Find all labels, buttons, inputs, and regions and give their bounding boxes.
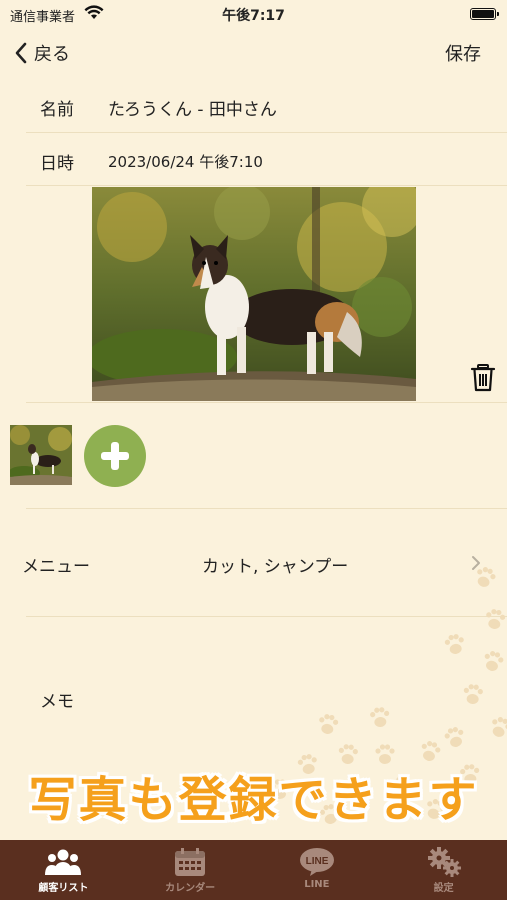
trash-icon[interactable]	[470, 364, 496, 392]
tab-label: カレンダー	[165, 883, 216, 894]
promo-banner: 写真も登録できます	[28, 772, 479, 828]
line-icon: LINE	[299, 848, 334, 876]
dog-photo	[92, 187, 416, 401]
back-button[interactable]: 戻る	[14, 38, 70, 68]
tab-label: LINE	[304, 879, 330, 890]
photo-thumbnail[interactable]	[10, 425, 72, 485]
back-label: 戻る	[34, 44, 70, 65]
svg-text:LINE: LINE	[305, 856, 328, 867]
tab-calendar[interactable]: カレンダー	[127, 840, 254, 900]
tab-settings[interactable]: 設定	[380, 840, 507, 900]
separator	[26, 508, 507, 509]
separator	[26, 402, 507, 403]
status-bar: 通信事業者 午後7:17	[0, 0, 507, 30]
name-label: 名前	[40, 100, 74, 120]
gear-icon	[427, 847, 461, 877]
add-photo-button[interactable]	[84, 425, 146, 487]
calendar-icon	[175, 848, 206, 876]
datetime-label: 日時	[40, 154, 74, 174]
tab-bar: 顧客リスト カレンダー LINE LINE 設定	[0, 840, 507, 900]
datetime-value[interactable]: 2023/06/24 午後7:10	[108, 151, 263, 172]
people-icon	[45, 849, 82, 875]
tab-line[interactable]: LINE LINE	[254, 840, 381, 900]
battery-icon	[470, 8, 499, 20]
tab-label: 設定	[433, 883, 454, 894]
separator	[26, 132, 507, 133]
menu-label: メニュー	[22, 557, 90, 577]
memo-label: メモ	[40, 692, 74, 712]
status-time: 午後7:17	[222, 8, 285, 24]
tab-label: 顧客リスト	[38, 883, 89, 894]
name-value[interactable]: たろうくん - 田中さん	[108, 95, 277, 120]
separator	[26, 185, 507, 186]
save-button[interactable]: 保存	[445, 40, 481, 66]
chevron-left-icon	[15, 42, 27, 64]
tab-customer-list[interactable]: 顧客リスト	[0, 840, 127, 900]
